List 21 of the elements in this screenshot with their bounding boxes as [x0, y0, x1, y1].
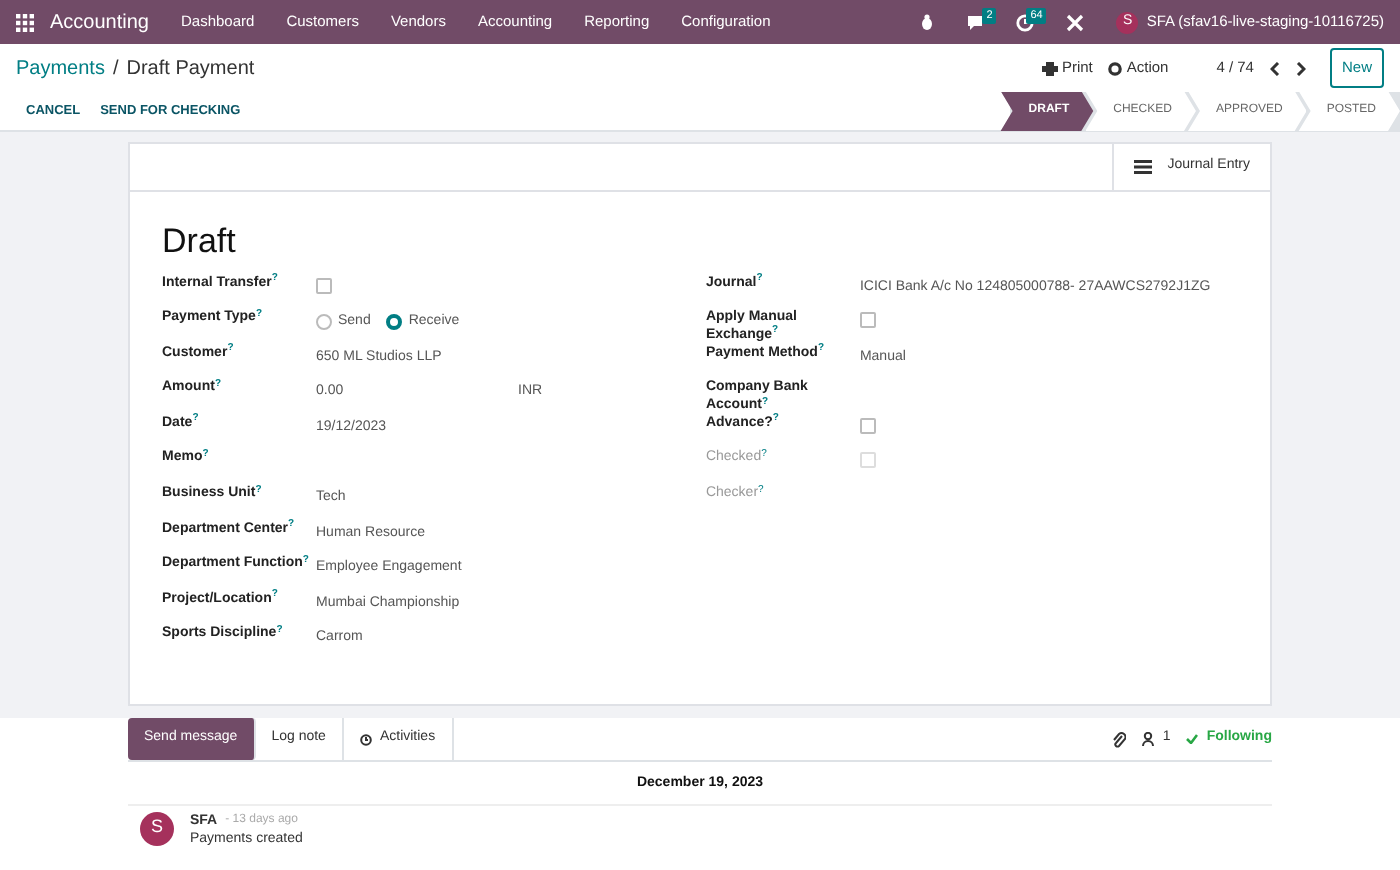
breadcrumb-current: Draft Payment — [126, 55, 255, 83]
clock-icon[interactable] — [1016, 13, 1035, 31]
list-icon — [1133, 160, 1152, 174]
app-name[interactable]: Accounting — [50, 7, 149, 37]
breadcrumb-separator: / — [112, 55, 119, 83]
chevron-left-icon[interactable] — [1269, 61, 1280, 75]
checkbox[interactable] — [316, 277, 332, 293]
checkbox[interactable] — [859, 312, 876, 329]
app-menu-icon[interactable] — [16, 13, 34, 31]
record-title: Draft — [162, 220, 238, 264]
chat-icon[interactable] — [966, 14, 985, 30]
breadcrumb-link[interactable]: Payments — [16, 53, 105, 83]
check-icon — [1186, 734, 1199, 744]
radio-button[interactable] — [316, 314, 332, 331]
clock-icon — [359, 733, 372, 745]
person-icon — [1142, 732, 1155, 746]
author-avatar: S — [140, 811, 174, 845]
radio-button[interactable] — [386, 314, 403, 331]
paperclip-icon[interactable] — [1112, 731, 1127, 747]
checkbox[interactable] — [859, 417, 876, 434]
chevron-right-icon[interactable] — [1295, 61, 1306, 75]
